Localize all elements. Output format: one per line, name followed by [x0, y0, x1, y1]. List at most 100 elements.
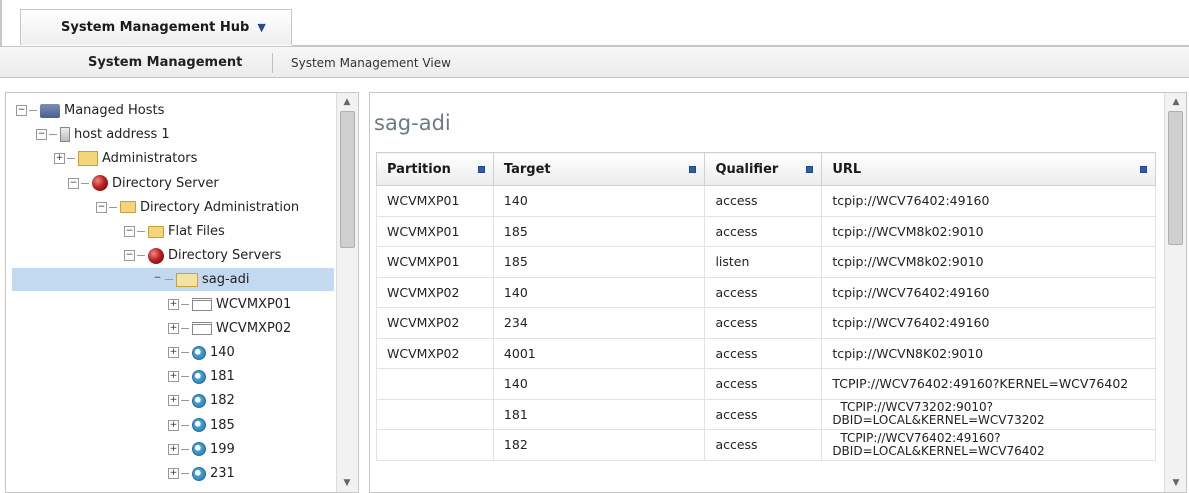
content-scrollbar[interactable]: ▲ ▼	[1164, 93, 1186, 492]
cell-url: tcpip://WCV76402:49160	[821, 185, 1156, 217]
cell-partition	[376, 368, 494, 400]
tree-connector	[109, 206, 117, 208]
tree-node[interactable]: + WCVMXP02	[168, 317, 291, 340]
collapse-icon[interactable]: −	[16, 105, 27, 116]
expand-icon[interactable]: +	[168, 371, 179, 383]
column-header-qualifier[interactable]: Qualifier	[704, 152, 823, 186]
cell-partition: WCVMXP01	[376, 185, 494, 217]
tree-node[interactable]: − Flat Files	[124, 220, 225, 243]
tree-node-label: Directory Administration	[140, 199, 300, 215]
tree-connector	[137, 231, 145, 232]
column-menu-icon[interactable]	[689, 166, 697, 173]
scroll-up-icon[interactable]: ▲	[1169, 97, 1183, 107]
tree-node[interactable]: − Directory Server	[68, 172, 219, 195]
table-row[interactable]: WCVMXP02 234 access tcpip://WCV76402:49160	[376, 307, 1156, 339]
scrollbar-thumb[interactable]	[1168, 111, 1183, 245]
column-menu-icon[interactable]	[806, 166, 814, 173]
table-row[interactable]: WCVMXP01 185 access tcpip://WCVM8k02:9010	[376, 215, 1156, 247]
tree-node[interactable]: + WCVMXP01	[168, 293, 291, 316]
expand-icon[interactable]: +	[54, 153, 65, 165]
expand-icon[interactable]: +	[168, 395, 179, 407]
cell-qualifier: listen	[704, 246, 823, 278]
partition-icon	[192, 321, 212, 335]
tree-connector	[181, 424, 189, 426]
cell-url: tcpip://WCV76402:49160	[821, 307, 1156, 339]
cell-qualifier: access	[704, 276, 823, 308]
tree-node[interactable]: − Managed Hosts	[16, 99, 164, 122]
tree-connector	[67, 158, 75, 160]
red-ball-icon	[148, 247, 164, 264]
scroll-down-icon[interactable]: ▼	[340, 478, 354, 488]
tree-node[interactable]: +181	[168, 365, 235, 388]
page-title: sag-adi	[374, 111, 451, 135]
column-header-url[interactable]: URL	[821, 152, 1156, 186]
cell-url: tcpip://WCVM8k02:9010	[821, 246, 1156, 278]
tree-node[interactable]: − host address 1	[36, 123, 170, 146]
table-row[interactable]: WCVMXP02 140 access tcpip://WCV76402:49160	[376, 276, 1156, 308]
collapse-icon[interactable]: −	[96, 201, 107, 213]
table-row[interactable]: 140 access TCPIP://WCV76402:49160?KERNEL=W…	[376, 368, 1156, 400]
collapse-icon[interactable]: −	[68, 177, 79, 189]
tree-node[interactable]: +185	[168, 414, 235, 437]
navigation-tree-panel: − Managed Hosts − host address 1 + Administra…	[5, 92, 359, 493]
table-row[interactable]: WCVMXP02 4001 access tcpip://WCVN8K02:9010	[376, 337, 1156, 369]
tree-connector	[181, 303, 189, 305]
tab-system-management-view[interactable]: System Management View	[291, 56, 451, 70]
tree-node[interactable]: +199	[168, 438, 235, 461]
collapse-icon[interactable]: −	[36, 129, 47, 141]
blue-target-icon	[192, 369, 206, 384]
expand-icon[interactable]: +	[168, 443, 179, 455]
cell-qualifier: access	[704, 215, 823, 247]
tab-system-management[interactable]: System Management	[88, 55, 242, 70]
cell-partition: WCVMXP01	[376, 215, 494, 247]
tree-node[interactable]: − Directory Servers	[124, 244, 281, 267]
hub-selector-tab[interactable]: System Management Hub ▼	[20, 9, 292, 45]
folder-icon	[148, 225, 164, 238]
table-row[interactable]: WCVMXP01 140 access tcpip://WCV76402:49160	[376, 185, 1156, 217]
tree-node[interactable]: + Administrators	[54, 147, 197, 170]
column-menu-icon[interactable]	[1140, 166, 1147, 173]
top-bar: System Management Hub ▼	[0, 0, 1189, 46]
cell-qualifier: access	[704, 368, 823, 400]
scroll-down-icon[interactable]: ▼	[1169, 478, 1183, 488]
tree-node[interactable]: +231	[168, 462, 235, 485]
tree-connector	[181, 327, 189, 329]
cell-partition	[376, 398, 494, 430]
tree-node-label: Directory Server	[112, 175, 219, 191]
table-row[interactable]: 182 access TCPIP://WCV76402:49160? DBID=LOC…	[376, 429, 1156, 461]
cell-target: 182	[492, 429, 706, 461]
cell-url: TCPIP://WCV73202:9010? DBID=LOCAL&KERNEL=…	[821, 398, 1156, 430]
chevron-down-icon[interactable]: ▼	[257, 21, 265, 34]
tree-node[interactable]: − Directory Administration	[96, 196, 299, 219]
table-header-row: Partition Target Qualifier URL	[376, 152, 1156, 186]
tree-connector	[49, 134, 57, 136]
expand-icon[interactable]: +	[168, 322, 179, 334]
expand-icon[interactable]: +	[168, 347, 179, 358]
tree-scrollbar[interactable]: ▲ ▼	[336, 93, 358, 492]
tree-connector	[181, 400, 189, 402]
scrollbar-thumb[interactable]	[340, 111, 355, 248]
red-ball-icon	[92, 175, 108, 192]
table-row[interactable]: WCVMXP01 185 listen tcpip://WCVM8k02:9010	[376, 246, 1156, 278]
collapse-icon[interactable]: −	[124, 250, 135, 262]
cell-target: 185	[492, 215, 706, 247]
collapse-icon[interactable]: −	[124, 226, 135, 237]
column-header-target[interactable]: Target	[492, 152, 706, 186]
tree-connector	[137, 255, 145, 257]
column-menu-icon[interactable]	[477, 166, 485, 173]
expand-icon[interactable]: +	[168, 419, 179, 431]
blue-target-icon	[192, 418, 206, 433]
expand-icon[interactable]: +	[168, 468, 179, 479]
tree-connector	[165, 279, 173, 281]
collapse-icon[interactable]: −	[152, 274, 163, 285]
tree-node-label: Managed Hosts	[64, 103, 165, 118]
expand-icon[interactable]: +	[168, 298, 179, 310]
column-header-partition[interactable]: Partition	[376, 152, 494, 186]
cell-qualifier: access	[704, 185, 823, 217]
table-row[interactable]: 181 access TCPIP://WCV73202:9010? DBID=LOCA…	[376, 398, 1156, 430]
scroll-up-icon[interactable]: ▲	[340, 97, 354, 107]
tree-node[interactable]: +140	[168, 341, 235, 364]
tree-node[interactable]: +182	[168, 389, 235, 412]
admin-folder-icon	[78, 151, 98, 167]
tree-node[interactable]: − sag-adi	[12, 268, 334, 292]
